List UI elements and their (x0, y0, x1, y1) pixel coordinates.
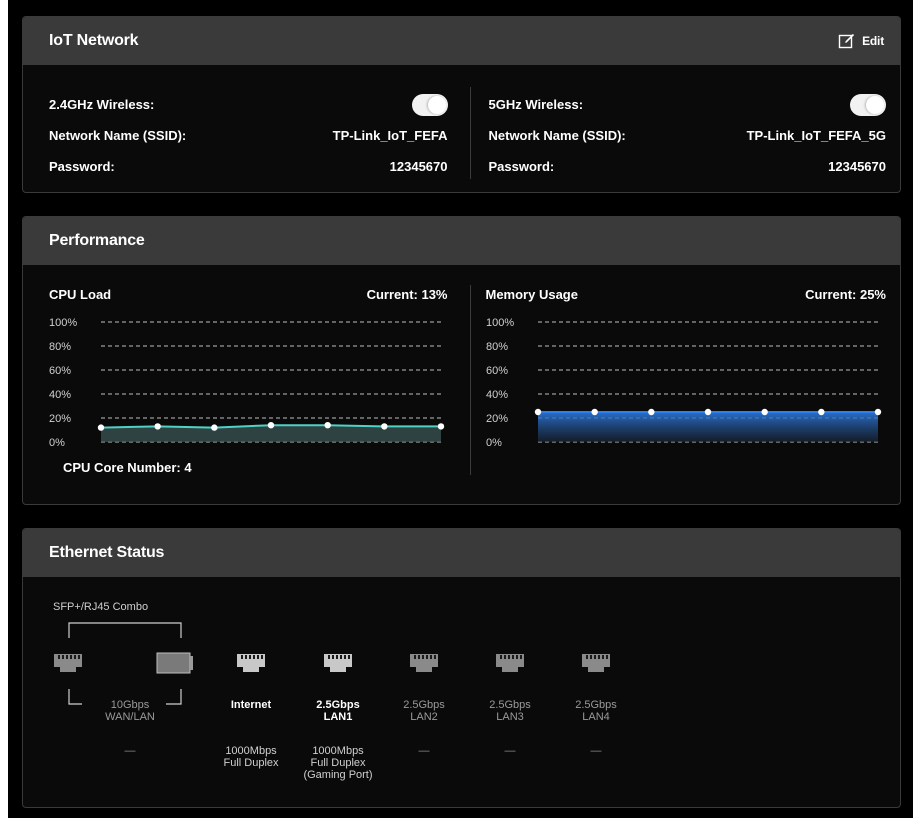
5ghz-password-label: Password: (488, 159, 555, 174)
port-name: LAN2 (410, 711, 438, 723)
iot-5ghz-column: 5GHz Wireless: Network Name (SSID): TP-L… (462, 65, 901, 193)
edit-button[interactable]: Edit (838, 32, 884, 50)
cpu-point (437, 423, 445, 430)
cpu-point (381, 423, 388, 430)
24ghz-password-label: Password: (49, 159, 115, 174)
24ghz-label: 2.4GHz Wireless: (49, 97, 155, 112)
port-status: — (590, 745, 602, 757)
port-speed: 10Gbps (110, 699, 150, 711)
memory-point (817, 408, 825, 416)
memory-ytick: 100% (486, 317, 514, 329)
port-status: — (504, 745, 516, 757)
port-speed: 2.5Gbps (575, 699, 617, 711)
memory-point (704, 408, 711, 416)
port-name: Internet (230, 699, 272, 711)
cpu-load-panel: CPU Load Current: 13% 100% 80% 60% 40% 20% 0%… (23, 265, 462, 505)
5ghz-ssid-value: TP-Link_IoT_FEFA_5G (746, 128, 886, 143)
memory-usage-label: Memory Usage (485, 287, 578, 302)
iot-network-card: IoT Network Edit 2.4GHz Wireless: Networ… (22, 16, 901, 193)
memory-point (590, 408, 598, 416)
memory-ytick: 20% (486, 413, 508, 425)
ethernet-port-icon[interactable] (236, 652, 266, 679)
ethernet-port-icon[interactable] (409, 652, 439, 679)
port-status: — (418, 745, 430, 757)
port-status: — (124, 745, 136, 757)
ethernet-ports-area: SFP+/RJ45 Combo 10Gbps WAN/LAN — Internet 1… (23, 577, 900, 808)
performance-header: Performance (23, 217, 900, 265)
rj45-port-icon[interactable] (53, 652, 83, 679)
performance-title: Performance (49, 232, 145, 249)
port-name: LAN3 (496, 711, 524, 723)
port-status: 1000Mbps Full Duplex (223, 745, 279, 769)
memory-point (874, 408, 881, 416)
memory-current: Current: 25% (805, 287, 886, 302)
cpu-point (267, 422, 275, 429)
memory-ytick: 0% (486, 437, 502, 449)
port-speed: 2.5Gbps (316, 699, 360, 711)
5ghz-ssid-label: Network Name (SSID): (488, 128, 626, 143)
port-label: 2.5Gbps LAN3 (465, 699, 555, 723)
port-name: LAN1 (323, 711, 353, 723)
ethernet-port-icon[interactable] (495, 652, 525, 679)
5ghz-label: 5GHz Wireless: (488, 97, 584, 112)
iot-network-title: IoT Network (49, 32, 139, 49)
cpu-point (324, 422, 331, 429)
ethernet-status-card: Ethernet Status SFP+/RJ45 Combo 10Gbps WA… (22, 528, 901, 808)
24ghz-ssid-value: TP-Link_IoT_FEFA (332, 128, 448, 143)
memory-point (534, 408, 541, 416)
iot-network-header: IoT Network Edit (23, 17, 900, 65)
memory-ytick: 60% (486, 365, 508, 377)
cpu-load-chart: 100% 80% 60% 40% 20% 0% (49, 317, 445, 449)
port-speed: 2.5Gbps (403, 699, 445, 711)
24ghz-toggle[interactable] (411, 93, 448, 116)
cpu-point (154, 423, 161, 430)
cpu-ytick: 0% (49, 437, 65, 449)
memory-usage-chart: 100% 80% 60% 40% 20% 0% (486, 317, 881, 449)
combo-bracket (68, 622, 182, 705)
memory-ytick: 80% (486, 341, 508, 353)
24ghz-ssid-label: Network Name (SSID): (49, 128, 187, 143)
port-name: LAN4 (582, 711, 610, 723)
cpu-ytick: 60% (49, 365, 71, 377)
ethernet-status-header: Ethernet Status (23, 529, 900, 577)
cpu-load-label: CPU Load (49, 287, 112, 302)
5ghz-toggle[interactable] (850, 93, 886, 116)
ethernet-status-title: Ethernet Status (49, 544, 165, 561)
edit-icon (838, 33, 855, 49)
performance-card: Performance CPU Load Current: 13% 100% 80… (22, 216, 901, 505)
port-label: 2.5Gbps LAN4 (551, 699, 641, 723)
port-status: 1000Mbps Full Duplex (Gaming Port) (303, 745, 373, 781)
memory-ytick: 40% (486, 389, 508, 401)
port-label: 2.5Gbps LAN1 (293, 699, 383, 723)
cpu-point (97, 424, 105, 431)
24ghz-password-value: 12345670 (389, 159, 448, 174)
port-label: Internet (206, 699, 296, 711)
ethernet-port-icon[interactable] (323, 652, 353, 679)
port-speed: 2.5Gbps (489, 699, 531, 711)
cpu-current: Current: 13% (366, 287, 448, 302)
cpu-ytick: 20% (49, 413, 71, 425)
edit-label: Edit (862, 34, 884, 48)
memory-point (647, 408, 655, 416)
iot-divider (470, 87, 471, 179)
5ghz-password-value: 12345670 (828, 159, 886, 174)
cpu-ytick: 100% (49, 317, 77, 329)
cpu-core-number: CPU Core Number: 4 (63, 460, 192, 475)
cpu-point (211, 424, 218, 431)
port-label: 10Gbps WAN/LAN (85, 699, 175, 723)
port-name: WAN/LAN (105, 711, 155, 723)
memory-usage-panel: Memory Usage Current: 25% 100% 80% 60% 40% 2… (462, 265, 901, 505)
cpu-ytick: 80% (49, 341, 71, 353)
ethernet-port-icon[interactable] (581, 652, 611, 679)
sfp-port-icon[interactable] (156, 652, 194, 679)
memory-point (760, 408, 768, 416)
iot-24ghz-column: 2.4GHz Wireless: Network Name (SSID): TP… (23, 65, 462, 193)
memory-area (537, 412, 878, 442)
port-label: 2.5Gbps LAN2 (379, 699, 469, 723)
cpu-ytick: 40% (49, 389, 71, 401)
